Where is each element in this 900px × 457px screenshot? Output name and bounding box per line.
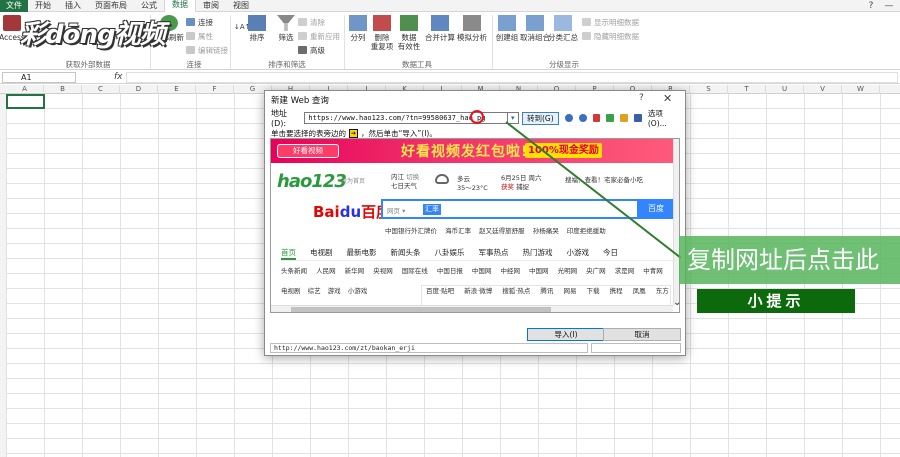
excel-window: 文件 开始 插入 页面布局 公式 数据 审阅 视图 ? — Access 获取外… bbox=[0, 0, 900, 457]
scroll-down-chevron-icon[interactable]: ⌄ bbox=[673, 297, 681, 308]
instruction-callout: 复制网址后点击此 bbox=[679, 236, 900, 284]
tip-badge: 小提示 bbox=[697, 289, 855, 313]
callout-pointer bbox=[505, 121, 682, 259]
callout-pointer-line bbox=[505, 121, 682, 259]
